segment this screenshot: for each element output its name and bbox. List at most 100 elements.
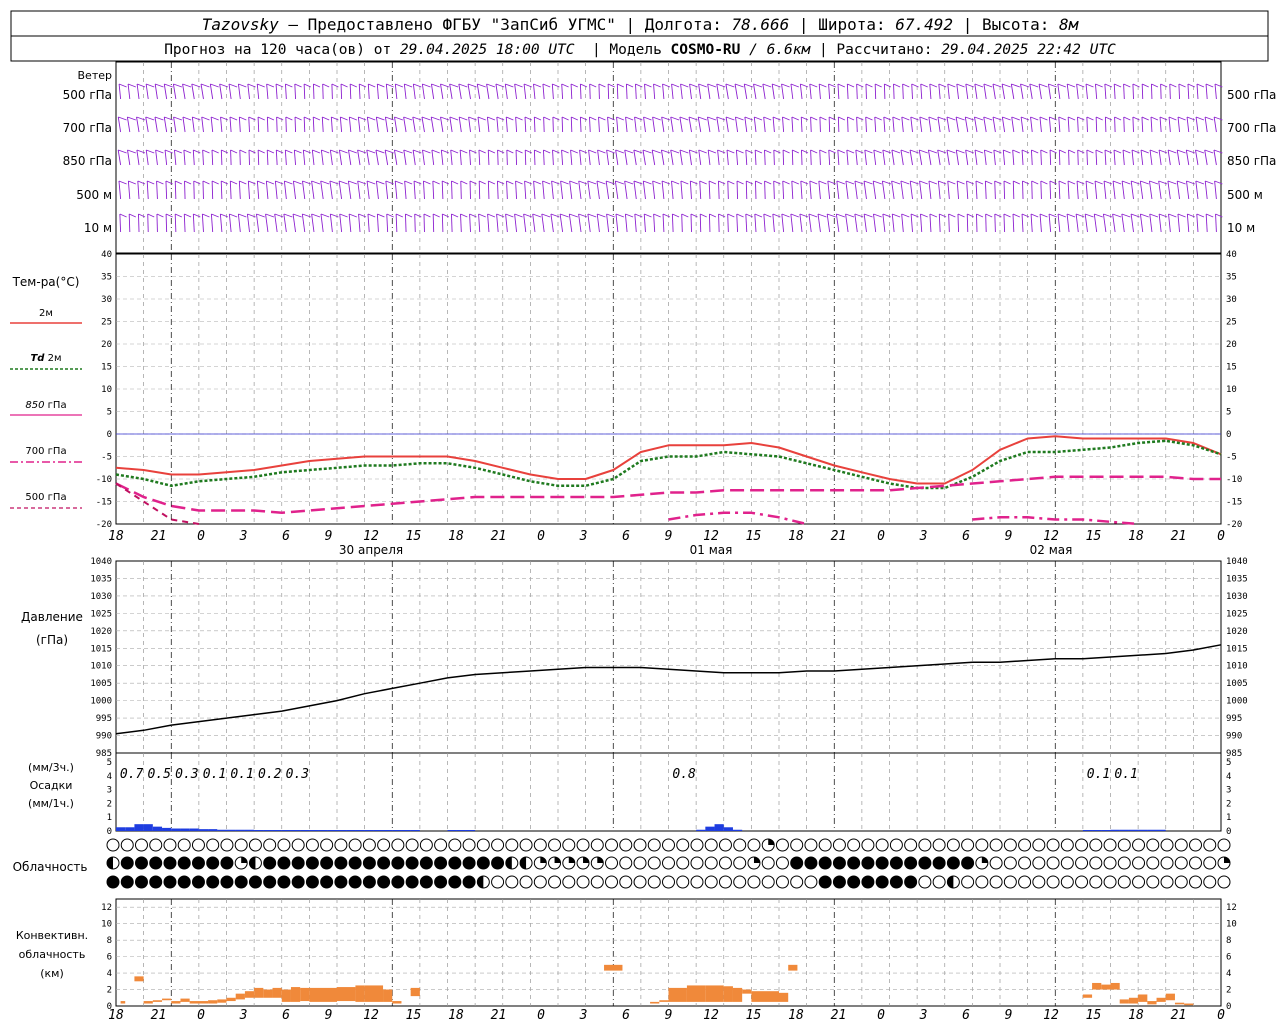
x-hour-label: 21 — [831, 529, 847, 544]
cloud-overcast — [234, 875, 248, 889]
wind-barb-staff — [228, 83, 232, 100]
legend-700-label: 700 гПа — [25, 446, 66, 457]
cloud-overcast — [847, 875, 861, 889]
wind-barb-staff — [421, 83, 425, 100]
wind-barb-flag — [967, 213, 974, 218]
wind-barb-staff — [1048, 116, 1052, 133]
cloud-overcast — [875, 856, 889, 870]
cloud-clear — [647, 856, 661, 870]
wind-barb-staff — [874, 83, 877, 100]
wind-barb-flag — [146, 149, 155, 154]
wind-barb-staff — [533, 149, 536, 166]
wind-barb-staff — [974, 116, 978, 133]
cloud-overcast — [462, 856, 476, 870]
precip-3h-label: 0.3 — [175, 767, 198, 782]
cloud-clear — [676, 838, 690, 852]
wind-barb-staff — [1205, 213, 1208, 233]
wind-barb-staff — [403, 83, 407, 100]
cloud-clear — [619, 838, 633, 852]
wind-barb-flag — [1122, 149, 1131, 154]
wind-barb-staff — [1095, 83, 1098, 100]
temp-tick-left: -5 — [101, 453, 112, 463]
wind-barb-flag — [1140, 180, 1149, 185]
wind-barb-staff — [1084, 213, 1088, 233]
wind-barb-staff — [311, 180, 315, 200]
wind-barb-staff — [1086, 116, 1088, 133]
wind-barb-flag — [698, 116, 707, 121]
wind-barb-staff — [303, 116, 306, 133]
wind-barb-staff — [366, 116, 370, 133]
wind-barb-flag — [145, 116, 155, 121]
wind-barb-flag — [1039, 116, 1048, 121]
wind-levels-left: 500 гПа700 гПа850 гПа500 м10 м — [63, 88, 112, 235]
cloud-overcast — [434, 856, 448, 870]
wind-barb-flag — [127, 149, 136, 154]
temp-tick-right: 40 — [1226, 250, 1237, 260]
cloud-clear — [1203, 838, 1217, 852]
wind-barb-staff — [587, 180, 591, 200]
wind-barb-flag — [431, 116, 440, 121]
wind-barb-flag — [865, 116, 873, 121]
wind-barb-staff — [441, 180, 444, 200]
wind-barb-flag — [394, 116, 404, 121]
pressure-tick-left: 1035 — [90, 574, 112, 584]
wind-barb-staff — [514, 213, 518, 233]
precip-bar — [327, 830, 337, 831]
wind-barb-staff — [376, 213, 379, 233]
wind-barb-flag — [616, 116, 625, 121]
cloud-overcast — [220, 875, 234, 889]
wind-barb-staff — [901, 116, 904, 133]
wind-barb-staff — [736, 180, 739, 200]
wind-barb-staff — [661, 180, 665, 200]
conv-bar — [686, 985, 706, 1002]
precip-3h-label: 0.1 — [203, 767, 226, 782]
cloud-clear — [633, 838, 647, 852]
cloud-overcast — [149, 856, 163, 870]
wind-barb-staff — [1066, 213, 1070, 233]
wind-barb-staff — [357, 116, 361, 133]
cloud-clear — [1060, 838, 1074, 852]
wind-barb-staff — [496, 213, 499, 233]
conv-tick-left: 0 — [107, 1002, 112, 1012]
temp-tick-left: 35 — [101, 273, 112, 283]
wind-barb-staff — [828, 83, 831, 100]
wind-barb-staff — [818, 180, 821, 200]
wind-barb-staff — [901, 213, 904, 233]
wind-barb-staff — [340, 83, 343, 100]
wind-barb-staff — [716, 83, 720, 100]
wind-barb-flag — [1177, 180, 1186, 185]
calc-label: | Рассчитано: — [810, 42, 941, 58]
precip-3h-label: 0.1 — [1087, 767, 1110, 782]
x-hour-label-bottom: 18 — [448, 1008, 464, 1023]
wind-barb-flag — [901, 213, 910, 218]
wind-barb-flag — [700, 213, 707, 218]
cloud-clear — [1032, 838, 1046, 852]
wind-barb-staff — [338, 180, 343, 200]
wind-barb-flag — [395, 180, 404, 185]
wind-barb-flag — [846, 149, 855, 154]
wind-barb-flag — [431, 83, 440, 88]
wind-barb-flag — [856, 116, 864, 121]
cloud-clear — [220, 838, 234, 852]
wind-barb-flag — [1085, 83, 1094, 88]
cloud-clear — [1003, 856, 1017, 870]
wind-barb-flag — [257, 116, 265, 121]
wind-barb-staff — [726, 149, 729, 166]
cloud-clear — [1160, 856, 1174, 870]
precip-bar — [134, 824, 144, 831]
wind-barb-flag — [285, 83, 293, 88]
wind-barb-staff — [551, 83, 554, 100]
wind-barb-staff — [366, 149, 370, 166]
cloud-clear — [519, 838, 533, 852]
temp-tick-right: 30 — [1226, 295, 1237, 305]
wind-barb-staff — [992, 83, 996, 100]
wind-barb-staff — [1066, 83, 1070, 100]
wind-barb-staff — [293, 149, 297, 166]
cloud-overcast — [932, 856, 946, 870]
conv-tick-right: 4 — [1226, 969, 1231, 979]
wind-barb-flag — [128, 180, 136, 185]
wind-barb-staff — [1001, 83, 1006, 100]
wind-barb-staff — [957, 213, 960, 233]
wind-barb-staff — [881, 180, 886, 200]
wind-barb-staff — [743, 83, 748, 100]
